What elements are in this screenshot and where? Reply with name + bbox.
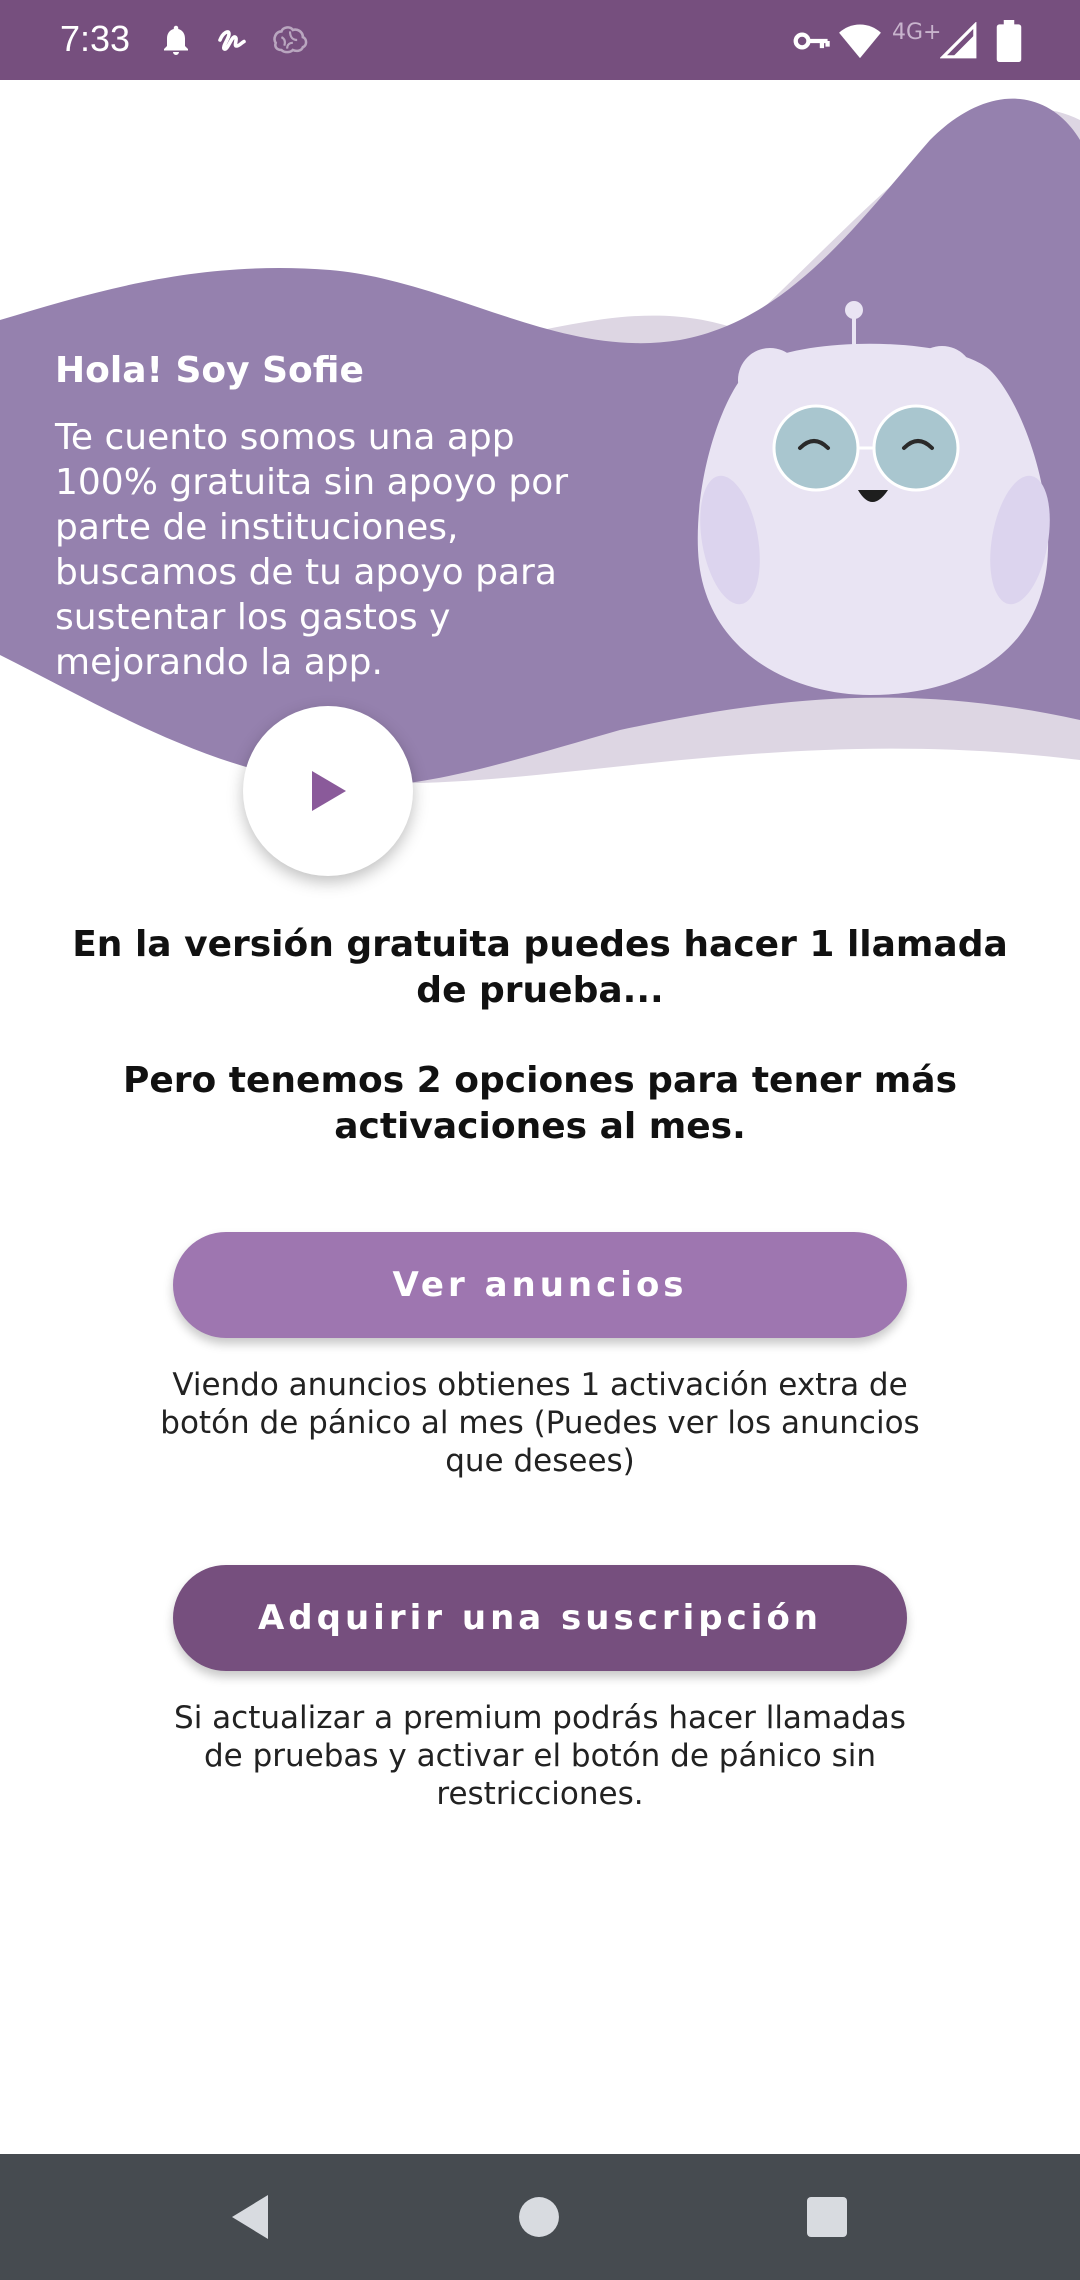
status-bar: 7:33 4G+ (0, 0, 1080, 80)
key-icon (793, 32, 830, 50)
back-icon (232, 2195, 268, 2239)
nav-back-button[interactable] (220, 2187, 280, 2247)
nav-home-button[interactable] (509, 2187, 569, 2247)
battery-icon (996, 20, 1022, 62)
watch-ads-button[interactable]: Ver anuncios (173, 1232, 907, 1338)
play-video-button[interactable] (243, 706, 413, 876)
free-version-headline: En la versión gratuita puedes hacer 1 ll… (72, 924, 1008, 1011)
network-type-label: 4G+ (892, 20, 942, 45)
subscription-description: Si actualizar a premium podrás hacer lla… (174, 1700, 906, 1812)
status-time: 7:33 (60, 18, 131, 59)
home-icon (519, 2197, 559, 2237)
app-screen: 7:33 4G+ Hola! Soy Sofie Te cuento somos… (0, 0, 1080, 2280)
play-icon (312, 771, 346, 811)
cell-signal-icon (940, 22, 977, 59)
watch-ads-description: Viendo anuncios obtienes 1 activación ex… (160, 1367, 920, 1479)
bell-icon (164, 25, 188, 55)
system-nav-bar (0, 2154, 1080, 2280)
hero-title: Hola! Soy Sofie (55, 350, 364, 391)
recents-icon (807, 2197, 847, 2237)
options-headline: Pero tenemos 2 opciones para tener más a… (122, 1060, 958, 1147)
hero-description: Te cuento somos una app 100% gratuita si… (55, 417, 569, 683)
subscribe-button[interactable]: Adquirir una suscripción (173, 1565, 907, 1671)
wifi-icon (839, 24, 881, 59)
nav-recents-button[interactable] (797, 2187, 857, 2247)
brain-icon (273, 26, 308, 54)
signature-icon (218, 30, 246, 51)
